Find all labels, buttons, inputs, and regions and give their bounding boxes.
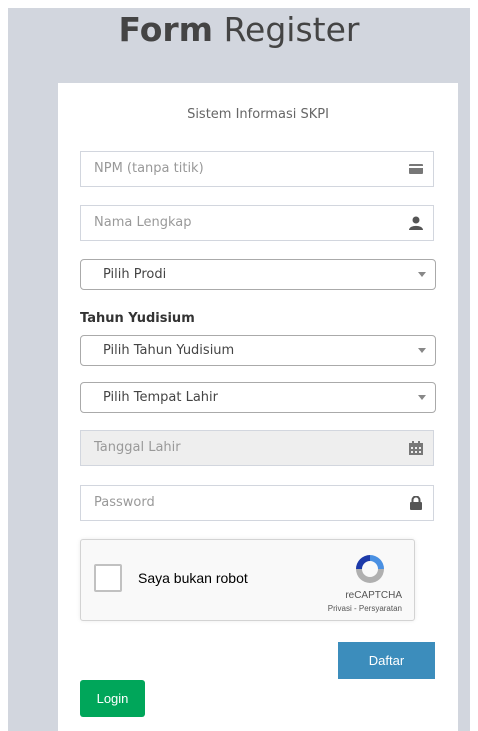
calendar-icon bbox=[409, 441, 423, 455]
chevron-down-icon bbox=[418, 348, 426, 353]
recaptcha-label: Saya bukan robot bbox=[138, 570, 248, 586]
recaptcha-links[interactable]: Privasi - Persyaratan bbox=[328, 604, 402, 613]
chevron-down-icon bbox=[418, 272, 426, 277]
id-card-icon bbox=[409, 164, 423, 174]
npm-placeholder: NPM (tanpa titik) bbox=[94, 161, 204, 176]
chevron-down-icon bbox=[418, 395, 426, 400]
nama-lengkap-input[interactable]: Nama Lengkap bbox=[80, 205, 434, 241]
tahun-yudisium-select[interactable]: Pilih Tahun Yudisium bbox=[80, 335, 436, 366]
tahun-selected: Pilih Tahun Yudisium bbox=[103, 343, 235, 358]
page-title: Form Register bbox=[0, 10, 478, 50]
lock-icon bbox=[410, 496, 422, 510]
tahun-yudisium-label: Tahun Yudisium bbox=[80, 311, 195, 326]
daftar-button[interactable]: Daftar bbox=[338, 642, 435, 679]
tanggal-lahir-input[interactable]: Tanggal Lahir bbox=[80, 430, 434, 466]
form-subtitle: Sistem Informasi SKPI bbox=[187, 107, 329, 122]
npm-input[interactable]: NPM (tanpa titik) bbox=[80, 151, 434, 187]
password-placeholder: Password bbox=[94, 495, 155, 510]
user-icon bbox=[409, 216, 423, 230]
prodi-selected: Pilih Prodi bbox=[103, 267, 167, 282]
recaptcha-brand: reCAPTCHA bbox=[345, 590, 402, 601]
tempat-selected: Pilih Tempat Lahir bbox=[103, 390, 219, 405]
recaptcha-widget: Saya bukan robot reCAPTCHA Privasi - Per… bbox=[80, 539, 415, 621]
page-title-light: Register bbox=[223, 10, 360, 49]
login-button[interactable]: Login bbox=[80, 680, 145, 717]
nama-placeholder: Nama Lengkap bbox=[94, 215, 192, 230]
tempat-lahir-select[interactable]: Pilih Tempat Lahir bbox=[80, 382, 436, 413]
page-title-bold: Form bbox=[118, 10, 214, 49]
prodi-select[interactable]: Pilih Prodi bbox=[80, 259, 436, 290]
recaptcha-checkbox[interactable] bbox=[94, 564, 122, 592]
password-input[interactable]: Password bbox=[80, 485, 434, 521]
tanggal-placeholder: Tanggal Lahir bbox=[94, 440, 181, 455]
recaptcha-logo-icon bbox=[356, 555, 384, 583]
